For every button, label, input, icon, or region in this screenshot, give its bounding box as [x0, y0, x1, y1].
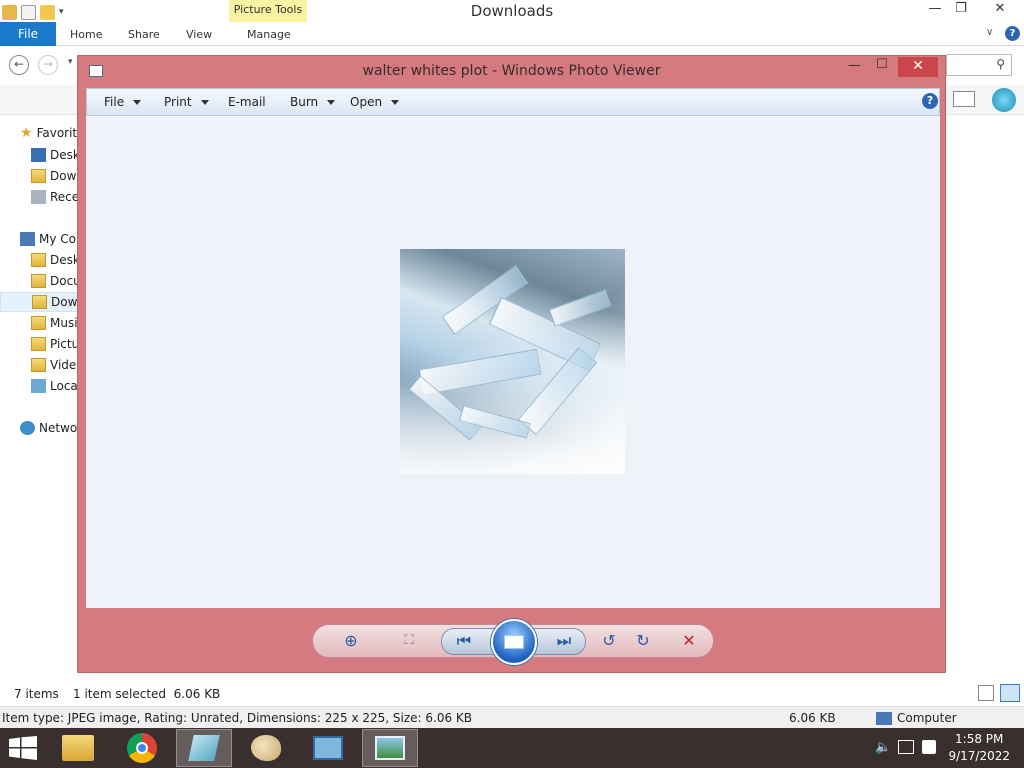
photo-viewer-title: walter whites plot - Windows Photo Viewe… [362, 63, 661, 79]
photo-viewer-title-bar: walter whites plot - Windows Photo Viewe… [78, 56, 945, 86]
explorer-title-bar: ▾ Picture Tools Downloads — ❐ ✕ [0, 0, 1024, 22]
control-panel-taskbar-icon[interactable] [300, 729, 356, 767]
ribbon-expand-icon[interactable]: ∨ [986, 27, 993, 38]
zoom-icon[interactable]: ⊕ [339, 630, 363, 654]
recent-locations-icon[interactable]: ▾ [68, 57, 73, 67]
help-icon[interactable]: ? [922, 93, 938, 109]
help-icon[interactable]: ? [1005, 26, 1020, 41]
downloads-folder-icon [31, 169, 46, 183]
location-label: Computer [897, 711, 957, 725]
palette-icon [251, 735, 281, 761]
close-icon[interactable]: ✕ [982, 0, 1018, 20]
tab-manage[interactable]: Manage [247, 22, 291, 46]
chrome-icon [127, 733, 157, 763]
photo-viewer-taskbar-icon[interactable] [362, 729, 418, 767]
menu-open[interactable]: Open [350, 95, 400, 109]
rotate-right-icon[interactable]: ↻ [631, 630, 655, 654]
tab-view[interactable]: View [186, 22, 212, 46]
photo-icon [375, 736, 405, 760]
folder-icon [31, 316, 46, 330]
computer-icon [20, 232, 35, 246]
control-panel-icon [313, 736, 343, 760]
selection-info: 1 item selected 6.06 KB [73, 687, 221, 701]
fit-icon[interactable]: ⛶ [397, 630, 421, 654]
forward-icon[interactable]: → [38, 55, 58, 75]
next-icon[interactable]: ⏭ [552, 630, 576, 654]
action-center-icon[interactable] [922, 740, 936, 754]
nav-downloads[interactable]: Dowr [0, 292, 78, 312]
large-icons-view-icon[interactable] [1000, 684, 1020, 702]
item-count: 7 items [14, 687, 59, 701]
folder-icon [31, 337, 46, 351]
menu-burn[interactable]: Burn [290, 95, 336, 109]
photo-viewer-window: walter whites plot - Windows Photo Viewe… [77, 55, 946, 673]
folder-icon [62, 735, 94, 761]
details-view-icon[interactable] [978, 685, 994, 701]
network-icon [20, 421, 35, 435]
ribbon-tabs: File Home Share View Manage ∨ ? [0, 22, 1024, 46]
chevron-down-icon [391, 100, 400, 105]
folder-icon [32, 295, 47, 309]
navigation-pane: ★ Favorit Desk Dowr Rece My Co Desk Docu … [0, 116, 81, 676]
chevron-down-icon [327, 100, 336, 105]
photo-canvas [86, 116, 940, 608]
clock-date: 9/17/2022 [948, 749, 1010, 763]
drive-icon [31, 379, 46, 393]
slideshow-icon[interactable] [491, 619, 537, 665]
back-icon[interactable]: ← [9, 55, 29, 75]
menu-print[interactable]: Print [164, 95, 209, 109]
minimize-icon[interactable]: — [922, 0, 948, 20]
menu-email[interactable]: E-mail [228, 95, 266, 109]
details-bar: Item type: JPEG image, Rating: Unrated, … [0, 706, 1024, 728]
system-clock[interactable]: 1:58 PM 9/17/2022 [948, 731, 1010, 765]
notepad-taskbar-icon[interactable] [176, 729, 232, 767]
file-explorer-taskbar-icon[interactable] [50, 729, 106, 767]
explorer-title: Downloads [470, 2, 554, 20]
chevron-down-icon [200, 100, 209, 105]
chrome-taskbar-icon[interactable] [114, 729, 170, 767]
notebook-icon [188, 735, 220, 761]
windows-start-icon[interactable] [9, 736, 39, 760]
search-icon[interactable]: ⚲ [996, 57, 1005, 71]
network-status-icon[interactable] [898, 740, 914, 754]
close-icon[interactable]: ✕ [898, 57, 938, 77]
preview-pane-icon[interactable] [953, 91, 975, 107]
maximize-icon[interactable]: ☐ [876, 57, 888, 72]
file-size: 6.06 KB [789, 711, 836, 725]
computer-icon [876, 712, 892, 725]
desktop-icon [31, 148, 46, 162]
tab-share[interactable]: Share [128, 22, 160, 46]
slideshow-frame-icon [504, 635, 524, 649]
star-icon: ★ [20, 125, 33, 141]
minimize-icon[interactable]: — [848, 58, 861, 73]
chevron-down-icon [133, 100, 142, 105]
maximize-icon[interactable]: ❐ [948, 0, 974, 20]
clock-time: 1:58 PM [955, 732, 1004, 746]
folder-icon [31, 358, 46, 372]
recent-places-icon [31, 190, 46, 204]
delete-icon[interactable]: ✕ [677, 630, 701, 654]
rotate-left-icon[interactable]: ↺ [597, 630, 621, 654]
paint-taskbar-icon[interactable] [238, 729, 294, 767]
status-bar: 7 items 1 item selected 6.06 KB [0, 683, 1024, 705]
tab-home[interactable]: Home [70, 22, 102, 46]
previous-icon[interactable]: ⏮ [452, 630, 476, 654]
file-details: Item type: JPEG image, Rating: Unrated, … [2, 711, 473, 725]
search-box[interactable]: ⚲ [946, 54, 1012, 76]
volume-muted-icon[interactable]: 🔈 [875, 740, 891, 755]
photo-viewer-menu-bar: File Print E-mail Burn Open ? [86, 88, 940, 116]
folder-icon [31, 253, 46, 267]
network-globe-icon[interactable] [992, 88, 1016, 112]
playback-controls: ⊕ ⛶ ⏮ ⏭ ↺ ↻ ✕ [312, 619, 714, 665]
displayed-photo [400, 249, 625, 474]
folder-icon [31, 274, 46, 288]
tab-file[interactable]: File [0, 22, 56, 46]
taskbar: 🔈 1:58 PM 9/17/2022 [0, 728, 1024, 768]
menu-file[interactable]: File [104, 95, 142, 109]
